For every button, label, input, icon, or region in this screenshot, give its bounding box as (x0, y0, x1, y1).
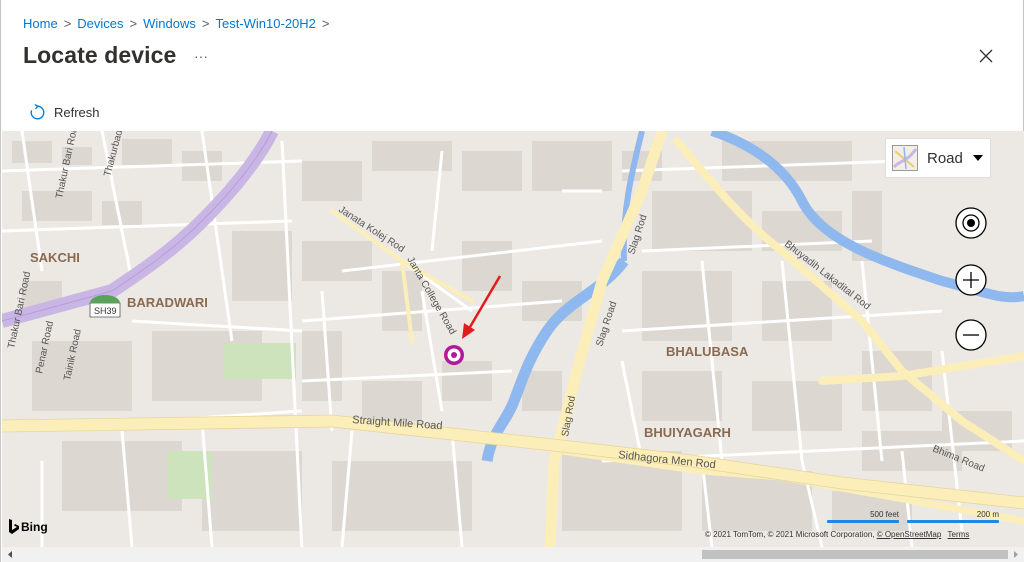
map-canvas[interactable]: SH39 SAKCHI BARADWARI BHALUBASA BHUIYAGA… (2, 131, 1024, 547)
scale-bar-meters: 200 m (907, 510, 999, 523)
more-actions-button[interactable]: ··· (189, 44, 213, 68)
horizontal-scrollbar[interactable] (2, 547, 1024, 562)
close-button[interactable] (974, 44, 998, 68)
breadcrumb-devices[interactable]: Devices (77, 16, 123, 31)
minus-icon (955, 319, 987, 351)
terms-link[interactable]: Terms (948, 530, 970, 539)
map-label-bhalubasa: BHALUBASA (666, 344, 749, 359)
scale-line (907, 520, 999, 523)
close-icon (979, 49, 993, 63)
bing-logo[interactable]: Bing (9, 519, 48, 535)
breadcrumb-separator: > (129, 16, 138, 31)
scrollbar-thumb[interactable] (702, 550, 1008, 559)
attribution-text: © 2021 TomTom, © 2021 Microsoft Corporat… (705, 530, 877, 539)
scale-meters-label: 200 m (976, 510, 999, 519)
refresh-button[interactable]: Refresh (29, 104, 100, 121)
park (224, 343, 296, 379)
bing-label: Bing (21, 520, 48, 534)
scroll-right-icon[interactable] (1012, 550, 1020, 559)
map-label-baradwari: BARADWARI (127, 295, 208, 310)
breadcrumb-device[interactable]: Test-Win10-20H2 (215, 16, 315, 31)
breadcrumb-separator: > (321, 16, 330, 31)
map-label-bhuiyagarh: BHUIYAGARH (644, 425, 731, 440)
map-type-label: Road (927, 149, 963, 167)
map-label-sh39: SH39 (94, 306, 117, 316)
road-map: SH39 SAKCHI BARADWARI BHALUBASA BHUIYAGA… (2, 131, 1024, 547)
zoom-in-button[interactable] (953, 262, 989, 298)
scale-line (827, 520, 899, 523)
locate-device-panel: Home > Devices > Windows > Test-Win10-20… (0, 0, 1024, 562)
refresh-icon (30, 104, 45, 120)
scale-feet-label: 500 feet (870, 510, 899, 519)
device-location-pin (444, 345, 464, 365)
road-map-icon (892, 145, 918, 171)
map-attribution: © 2021 TomTom, © 2021 Microsoft Corporat… (705, 530, 969, 539)
breadcrumb-separator: > (201, 16, 210, 31)
map-type-selector[interactable]: Road (885, 138, 991, 178)
refresh-label: Refresh (54, 105, 100, 120)
plus-icon (955, 264, 987, 296)
locate-me-icon (955, 207, 987, 239)
chevron-down-icon (972, 155, 983, 161)
breadcrumb: Home > Devices > Windows > Test-Win10-20… (23, 16, 336, 31)
bing-icon (9, 519, 19, 534)
map-label-sakchi: SAKCHI (30, 250, 80, 265)
scroll-left-icon[interactable] (6, 550, 14, 559)
page-title: Locate device (23, 42, 177, 68)
zoom-out-button[interactable] (953, 317, 989, 353)
breadcrumb-windows[interactable]: Windows (143, 16, 196, 31)
locate-me-button[interactable] (953, 205, 989, 241)
scale-bar-feet: 500 feet (827, 510, 899, 523)
openstreetmap-link[interactable]: © OpenStreetMap (877, 530, 942, 539)
breadcrumb-separator: > (63, 16, 72, 31)
breadcrumb-home[interactable]: Home (23, 16, 58, 31)
